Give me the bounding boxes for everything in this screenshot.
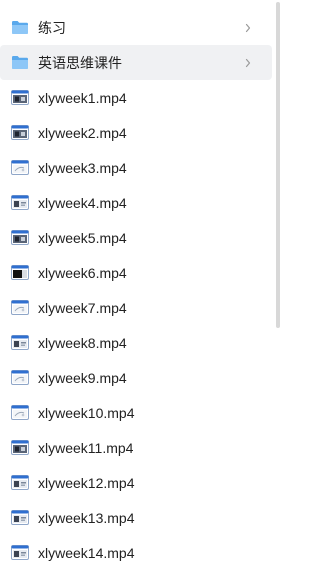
- file-name: xlyweek12.mp4: [38, 474, 135, 491]
- file-name: xlyweek11.mp4: [38, 439, 134, 456]
- video-file-icon: [11, 440, 29, 455]
- file-row-7[interactable]: xlyweek7.mp4: [0, 290, 272, 325]
- file-name: xlyweek13.mp4: [38, 509, 135, 526]
- folder-icon: [12, 56, 28, 69]
- file-row-11[interactable]: xlyweek11.mp4: [0, 430, 272, 465]
- file-name: xlyweek8.mp4: [38, 334, 127, 351]
- video-file-icon: [11, 370, 29, 385]
- file-row-6[interactable]: xlyweek6.mp4: [0, 255, 272, 290]
- file-row-1[interactable]: xlyweek1.mp4: [0, 80, 272, 115]
- video-file-icon: [11, 510, 29, 525]
- file-name: xlyweek4.mp4: [38, 194, 127, 211]
- file-row-5[interactable]: xlyweek5.mp4: [0, 220, 272, 255]
- video-file-icon: [11, 125, 29, 140]
- file-name: xlyweek3.mp4: [38, 159, 127, 176]
- file-row-2[interactable]: xlyweek2.mp4: [0, 115, 272, 150]
- video-file-icon: [11, 265, 29, 280]
- file-row-13[interactable]: xlyweek13.mp4: [0, 500, 272, 535]
- file-name: xlyweek7.mp4: [38, 299, 127, 316]
- folder-name: 英语思维课件: [38, 54, 122, 71]
- file-name: xlyweek5.mp4: [38, 229, 127, 246]
- file-list: 练习 英语思维课件 xlyweek1.mp4 xlyweek2.mp4 xlyw…: [0, 10, 272, 567]
- chevron-right-icon: [245, 23, 251, 32]
- file-name: xlyweek9.mp4: [38, 369, 127, 386]
- file-browser-panel: 练习 英语思维课件 xlyweek1.mp4 xlyweek2.mp4 xlyw…: [0, 0, 281, 567]
- folder-icon: [12, 21, 28, 34]
- file-name: xlyweek10.mp4: [38, 404, 135, 421]
- video-file-icon: [11, 475, 29, 490]
- file-name: xlyweek2.mp4: [38, 124, 127, 141]
- file-name: xlyweek14.mp4: [38, 544, 135, 561]
- scrollbar-thumb[interactable]: [276, 2, 280, 328]
- file-row-12[interactable]: xlyweek12.mp4: [0, 465, 272, 500]
- chevron-right-icon: [245, 58, 251, 67]
- video-file-icon: [11, 160, 29, 175]
- file-row-3[interactable]: xlyweek3.mp4: [0, 150, 272, 185]
- folder-row-1[interactable]: 练习: [0, 10, 272, 45]
- file-row-9[interactable]: xlyweek9.mp4: [0, 360, 272, 395]
- file-row-8[interactable]: xlyweek8.mp4: [0, 325, 272, 360]
- video-file-icon: [11, 230, 29, 245]
- video-file-icon: [11, 300, 29, 315]
- video-file-icon: [11, 545, 29, 560]
- folder-row-2[interactable]: 英语思维课件: [0, 45, 272, 80]
- video-file-icon: [11, 195, 29, 210]
- video-file-icon: [11, 335, 29, 350]
- folder-name: 练习: [38, 19, 66, 36]
- file-row-4[interactable]: xlyweek4.mp4: [0, 185, 272, 220]
- file-name: xlyweek6.mp4: [38, 264, 127, 281]
- file-row-10[interactable]: xlyweek10.mp4: [0, 395, 272, 430]
- file-row-14[interactable]: xlyweek14.mp4: [0, 535, 272, 567]
- video-file-icon: [11, 90, 29, 105]
- file-name: xlyweek1.mp4: [38, 89, 127, 106]
- video-file-icon: [11, 405, 29, 420]
